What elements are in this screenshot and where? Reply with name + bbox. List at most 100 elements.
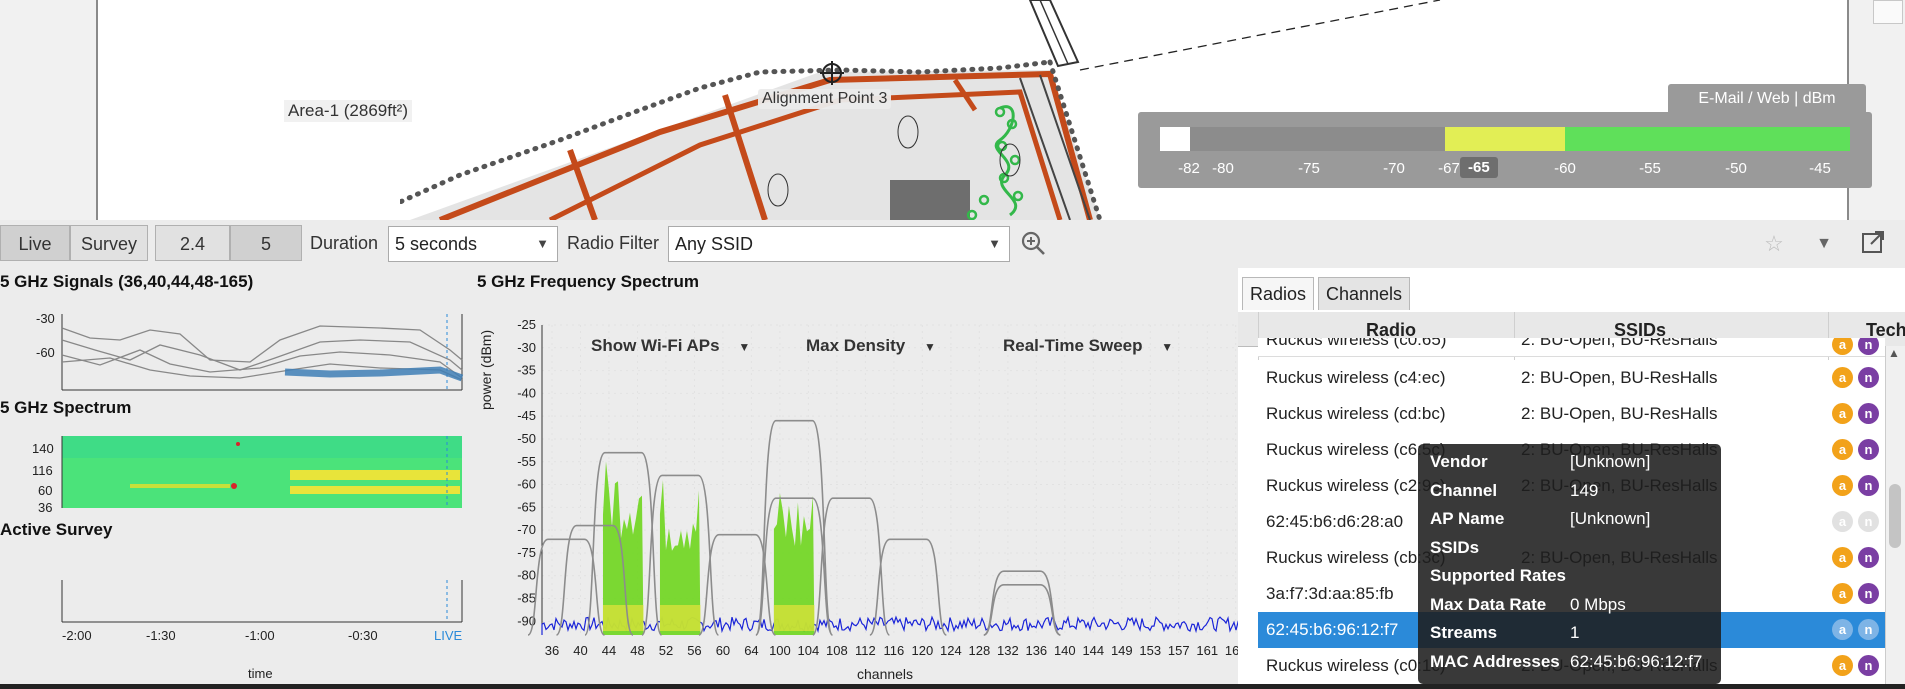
tech-a-badge: a: [1832, 511, 1853, 532]
radio-filter-select[interactable]: Any SSID ▼: [668, 226, 1010, 262]
frequency-spectrum-title: 5 GHz Frequency Spectrum: [477, 272, 700, 291]
tooltip-key: AP Name: [1430, 509, 1505, 528]
legend-tick: -75: [1298, 160, 1320, 177]
show-wifi-aps-dropdown[interactable]: Show Wi-Fi APs ▼: [591, 336, 750, 356]
spectrum-xtick: 44: [602, 643, 616, 658]
zoom-in-icon[interactable]: [1019, 230, 1047, 258]
spectrum-xtick: 64: [744, 643, 758, 658]
spectrum-xtick: 161: [1196, 643, 1218, 658]
spectrum-ytick: -85: [517, 591, 536, 606]
spectrum-xtick: 136: [1025, 643, 1047, 658]
tech-n-badge: n: [1858, 547, 1879, 568]
survey-xtick: -1:30: [146, 628, 176, 643]
tooltip-key: Supported Rates: [1430, 566, 1567, 585]
tooltip-value: 0 Mbps: [1570, 594, 1626, 614]
survey-xtick: -1:00: [245, 628, 275, 643]
spectrum-xtick: 132: [997, 643, 1019, 658]
table-row[interactable]: Ruckus wireless (cd:bc) 2: BU-Open, BU-Re…: [1258, 396, 1885, 433]
legend-segment-green: [1565, 127, 1850, 151]
ssids-value: 2: BU-Open, BU-ResHalls: [1521, 338, 1718, 349]
chevron-down-icon: ▼: [988, 236, 1001, 251]
chevron-down-icon: ▼: [738, 340, 751, 354]
spectrum-title: 5 GHz Spectrum: [0, 398, 132, 417]
tech-n-badge: n: [1858, 619, 1879, 640]
signals-ytick: -60: [36, 345, 55, 360]
radio-filter-label: Radio Filter: [567, 233, 660, 253]
spectrum-ytick: -55: [517, 454, 536, 469]
signals-chart: [61, 314, 464, 391]
radio-name: 62:45:b6:d6:28:a0: [1266, 512, 1404, 531]
duration-select[interactable]: 5 seconds ▼: [388, 226, 558, 262]
tooltip-value: 1: [1570, 623, 1580, 642]
spectrum-activity-low: [602, 605, 644, 631]
taskbar-edge: [0, 684, 1905, 689]
tech-a-badge: a: [1832, 338, 1853, 355]
tech-n-badge: n: [1858, 403, 1879, 424]
spectrum-xtick: 157: [1168, 643, 1190, 658]
tooltip-value: [Unknown]: [1570, 452, 1651, 471]
band-24-button[interactable]: 2.4: [155, 225, 230, 261]
spectrum-xlabel: channels: [857, 666, 914, 682]
tooltip-key: MAC Addresses: [1430, 651, 1560, 671]
ap-envelope: [983, 570, 1061, 636]
radio-name: Ruckus wireless (c0:65): [1266, 338, 1447, 349]
max-density-dropdown[interactable]: Max Density ▼: [806, 336, 936, 356]
map-left-margin: [0, 0, 98, 220]
tooltip-key: SSIDs: [1430, 537, 1480, 557]
table-row-partial[interactable]: Ruckus wireless (c0:65) 2: BU-Open, BU-R…: [1258, 338, 1885, 357]
spectrum-ytick: -25: [517, 317, 536, 332]
survey-button[interactable]: Survey: [70, 225, 148, 261]
area-label: Area-1 (2869ft²): [284, 100, 412, 122]
spectrum-xtick: 60: [716, 643, 730, 658]
chart-toggle-icon[interactable]: [1873, 0, 1903, 24]
spectrum-ytick: -50: [517, 431, 536, 446]
spectrum-xtick: 128: [968, 643, 990, 658]
spectrum-xtick: 140: [1054, 643, 1076, 658]
show-wifi-aps-label: Show Wi-Fi APs: [591, 336, 720, 355]
spectrum-ytick: -30: [517, 340, 536, 355]
real-time-sweep-label: Real-Time Sweep: [1003, 336, 1143, 355]
star-icon[interactable]: ☆: [1760, 230, 1788, 258]
spectrum-xtick: 144: [1082, 643, 1104, 658]
chevron-down-icon[interactable]: ▼: [1810, 230, 1838, 258]
spectrum-ytick: -40: [517, 385, 536, 400]
frequency-spectrum-chart: -25-30-35-40-45-50-55-60-65-70-75-80-85-…: [517, 317, 1240, 658]
legend-segment-white: [1160, 127, 1190, 151]
real-time-sweep-dropdown[interactable]: Real-Time Sweep ▼: [1003, 336, 1173, 356]
table-row[interactable]: Ruckus wireless (c4:ec) 2: BU-Open, BU-Re…: [1258, 360, 1885, 397]
ssids-value: 2: BU-Open, BU-ResHalls: [1521, 368, 1718, 387]
survey-xtick: -2:00: [62, 628, 92, 643]
spectrum-xtick: 52: [659, 643, 673, 658]
legend-tick: -50: [1725, 160, 1747, 177]
radio-name: Ruckus wireless (c4:ec): [1266, 368, 1446, 387]
tab-channels[interactable]: Channels: [1318, 277, 1411, 310]
tooltip-value: 62:45:b6:96:12:f7: [1570, 651, 1703, 671]
band-5-button[interactable]: 5: [230, 225, 302, 261]
spectrum-xtick: 40: [573, 643, 587, 658]
spectrum-xtick: 112: [855, 643, 876, 658]
legend-segment-gray: [1190, 127, 1445, 151]
alignment-point-label: Alignment Point 3: [758, 89, 892, 109]
radio-name: 3a:f7:3d:aa:85:fb: [1266, 584, 1394, 603]
tooltip-key: Channel: [1430, 480, 1498, 500]
legend-tick: -60: [1554, 160, 1576, 177]
tech-a-badge: a: [1832, 655, 1853, 676]
legend-tick: -70: [1383, 160, 1405, 177]
spectrum-ytick: 116: [32, 463, 53, 478]
spectrum-ytick: -65: [517, 499, 536, 514]
chevron-up-icon[interactable]: ▲: [1888, 346, 1900, 360]
tech-n-badge: n: [1858, 655, 1879, 676]
spectrum-xtick: 116: [884, 643, 905, 658]
tab-radios[interactable]: Radios: [1242, 277, 1315, 310]
spectrum-xtick: 153: [1139, 643, 1161, 658]
spectrum-xtick: 36: [545, 643, 559, 658]
spectrum-ytick: -80: [517, 568, 536, 583]
popout-icon[interactable]: [1859, 230, 1887, 258]
legend-title[interactable]: E-Mail / Web | dBm: [1668, 84, 1866, 114]
max-density-label: Max Density: [806, 336, 906, 355]
tooltip-value: 149: [1570, 480, 1599, 500]
tech-a-badge: a: [1832, 439, 1853, 460]
survey-xtick: -0:30: [348, 628, 378, 643]
scrollbar-thumb[interactable]: [1889, 484, 1901, 548]
live-button[interactable]: Live: [0, 225, 70, 261]
